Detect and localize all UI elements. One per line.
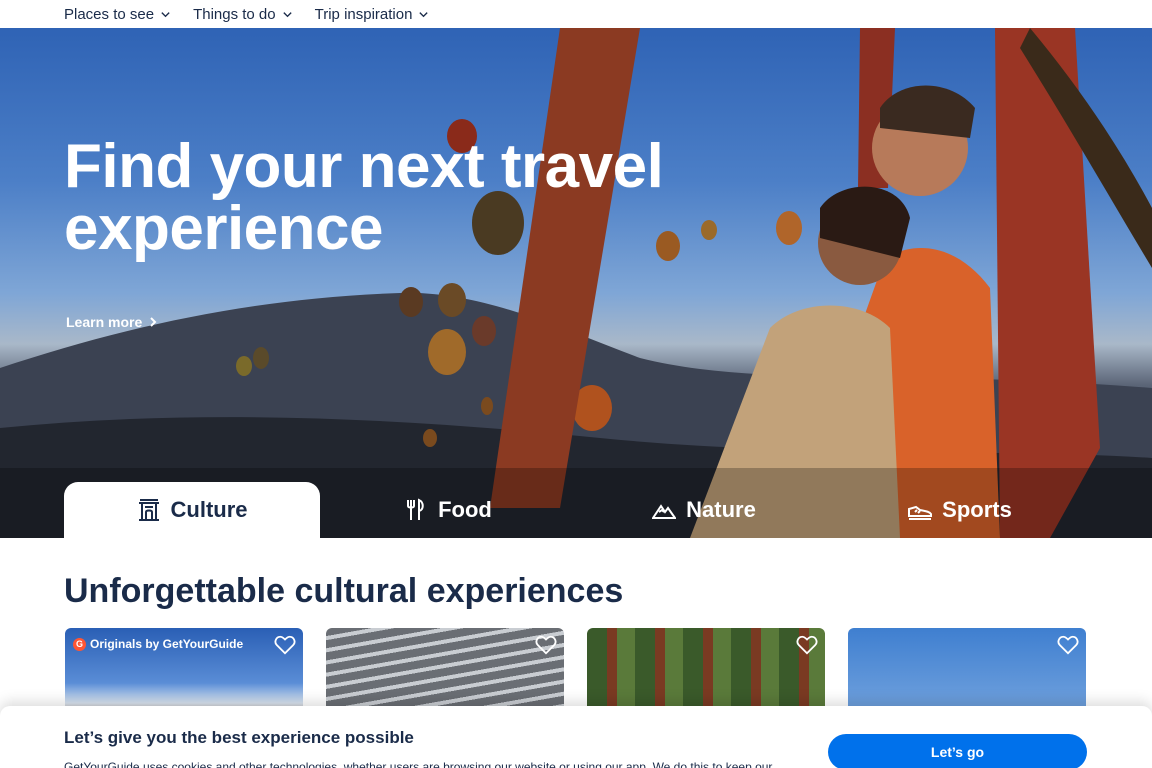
badge-label: Originals by GetYourGuide [90, 637, 244, 651]
chevron-down-icon [282, 11, 292, 17]
tab-food[interactable]: Food [320, 482, 576, 538]
chevron-right-icon [150, 317, 157, 327]
nav-things-to-do[interactable]: Things to do [193, 6, 293, 23]
sneaker-icon [908, 505, 933, 520]
accept-cookies-button[interactable]: Let’s go [828, 734, 1087, 768]
hero-image [0, 28, 1152, 538]
mountain-icon [652, 504, 677, 519]
nav-label: Places to see [64, 5, 155, 23]
hero-title: Find your next travel experience [64, 132, 664, 263]
nav-label: Trip inspiration [314, 5, 413, 23]
heart-icon[interactable] [796, 634, 818, 656]
chevron-down-icon [419, 11, 429, 17]
category-tabs: Culture Food Nature Sports [64, 482, 1088, 538]
heart-icon[interactable] [1057, 634, 1079, 656]
heart-icon[interactable] [535, 634, 557, 656]
tab-label: Food [438, 497, 492, 522]
fork-knife-icon [407, 498, 424, 520]
cookie-banner: Let’s give you the best experience possi… [0, 706, 1152, 768]
chevron-down-icon [161, 11, 170, 17]
tab-sports[interactable]: Sports [832, 482, 1088, 538]
cookie-title: Let’s give you the best experience possi… [64, 728, 414, 747]
section-title: Unforgettable cultural experiences [64, 572, 624, 610]
tab-label: Nature [686, 497, 756, 522]
tab-label: Sports [942, 497, 1012, 522]
tab-culture[interactable]: Culture [64, 482, 320, 538]
learn-more-link[interactable]: Learn more [66, 314, 158, 330]
temple-icon [138, 499, 159, 521]
nav-label: Things to do [193, 5, 276, 23]
nav-trip-inspiration[interactable]: Trip inspiration [315, 6, 430, 23]
nav-places-to-see[interactable]: Places to see [64, 6, 171, 23]
heart-icon[interactable] [274, 634, 296, 656]
hero-banner: Find your next travel experience Learn m… [0, 28, 1152, 538]
top-nav: Places to see Things to do Trip inspirat… [0, 0, 1152, 28]
originals-badge: G Originals by GetYourGuide [73, 637, 243, 651]
getyourguide-logo-icon: G [73, 637, 86, 651]
tab-nature[interactable]: Nature [576, 482, 832, 538]
tab-label: Culture [170, 497, 248, 522]
learn-more-label: Learn more [66, 314, 143, 330]
cookie-text: GetYourGuide uses cookies and other tech… [64, 760, 773, 768]
